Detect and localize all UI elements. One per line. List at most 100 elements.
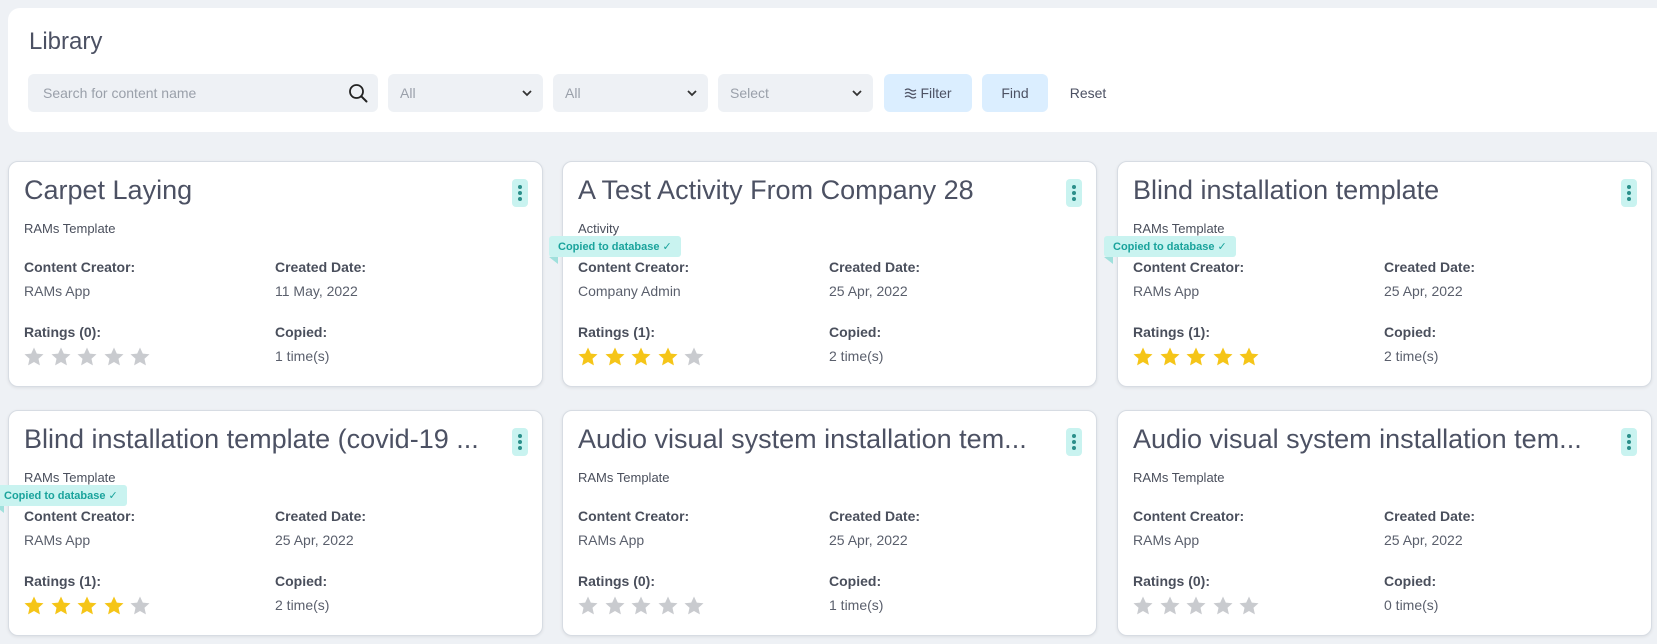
copied-label: Copied: — [1384, 573, 1437, 589]
star-icon[interactable] — [76, 346, 98, 368]
date-label: Created Date: — [829, 508, 921, 524]
rating-stars[interactable] — [1132, 346, 1265, 368]
copied-badge: Copied to database ✓ — [0, 485, 127, 513]
content-card[interactable]: Blind installation template (covid-19 ..… — [0, 410, 543, 636]
star-icon[interactable] — [630, 595, 652, 617]
star-icon[interactable] — [1212, 346, 1234, 368]
card-title[interactable]: A Test Activity From Company 28 — [578, 175, 1058, 206]
ratings-label: Ratings (1): — [1133, 324, 1210, 340]
filter-label: Filter — [920, 85, 952, 101]
content-card[interactable]: Blind installation template RAMs Templat… — [1104, 161, 1652, 387]
date-value: 25 Apr, 2022 — [829, 283, 908, 299]
card-title[interactable]: Blind installation template — [1133, 175, 1613, 206]
date-value: 25 Apr, 2022 — [1384, 283, 1463, 299]
creator-value: RAMs App — [578, 532, 645, 548]
creator-value: Company Admin — [578, 283, 681, 299]
more-options-icon[interactable] — [1066, 179, 1082, 207]
rating-stars[interactable] — [1132, 595, 1265, 617]
rating-stars[interactable] — [577, 346, 710, 368]
more-options-icon[interactable] — [1621, 179, 1637, 207]
star-icon[interactable] — [1132, 595, 1154, 617]
star-icon[interactable] — [103, 595, 125, 617]
filter-button[interactable]: Filter — [884, 74, 972, 112]
copied-label: Copied: — [275, 573, 328, 589]
star-icon[interactable] — [1238, 595, 1260, 617]
content-card[interactable]: Carpet Laying RAMs Template Content Crea… — [8, 161, 543, 387]
star-icon[interactable] — [1238, 346, 1260, 368]
star-icon[interactable] — [577, 346, 599, 368]
ratings-label: Ratings (0): — [578, 573, 655, 589]
copied-value: 2 time(s) — [1384, 348, 1439, 364]
content-card[interactable]: Audio visual system installation tem... … — [1117, 410, 1652, 636]
ratings-label: Ratings (0): — [1133, 573, 1210, 589]
star-icon[interactable] — [103, 346, 125, 368]
creator-value: RAMs App — [24, 532, 91, 548]
category-select-value: All — [400, 85, 416, 101]
star-icon[interactable] — [1159, 346, 1181, 368]
star-icon[interactable] — [657, 346, 679, 368]
date-value: 11 May, 2022 — [275, 283, 358, 299]
more-options-icon[interactable] — [512, 179, 528, 207]
ratings-label: Ratings (0): — [24, 324, 101, 340]
star-icon[interactable] — [657, 595, 679, 617]
search-icon[interactable] — [348, 83, 368, 103]
star-icon[interactable] — [577, 595, 599, 617]
type-select[interactable]: All — [553, 74, 708, 112]
more-options-icon[interactable] — [1066, 428, 1082, 456]
card-title[interactable]: Blind installation template (covid-19 ..… — [24, 424, 504, 455]
card-title[interactable]: Carpet Laying — [24, 175, 504, 206]
card-type: Activity — [578, 221, 620, 236]
creator-label: Content Creator: — [578, 508, 690, 524]
reset-button[interactable]: Reset — [1058, 74, 1118, 112]
more-options-icon[interactable] — [512, 428, 528, 456]
date-label: Created Date: — [275, 508, 367, 524]
star-icon[interactable] — [23, 346, 45, 368]
date-value: 25 Apr, 2022 — [275, 532, 354, 548]
card-type: RAMs Template — [24, 221, 116, 236]
star-icon[interactable] — [1159, 595, 1181, 617]
creator-label: Content Creator: — [1133, 508, 1245, 524]
rating-stars[interactable] — [577, 595, 710, 617]
card-title[interactable]: Audio visual system installation tem... — [1133, 424, 1613, 455]
copied-value: 1 time(s) — [829, 597, 884, 613]
star-icon[interactable] — [1132, 346, 1154, 368]
page-title: Library — [29, 28, 103, 55]
star-icon[interactable] — [1185, 595, 1207, 617]
rating-stars[interactable] — [23, 346, 156, 368]
star-icon[interactable] — [23, 595, 45, 617]
star-icon[interactable] — [604, 595, 626, 617]
rating-stars[interactable] — [23, 595, 156, 617]
star-icon[interactable] — [129, 346, 151, 368]
creator-label: Content Creator: — [578, 259, 690, 275]
star-icon[interactable] — [683, 346, 705, 368]
copied-label: Copied: — [275, 324, 328, 340]
star-icon[interactable] — [1185, 346, 1207, 368]
content-card[interactable]: A Test Activity From Company 28 Activity… — [549, 161, 1097, 387]
star-icon[interactable] — [683, 595, 705, 617]
content-card[interactable]: Audio visual system installation tem... … — [562, 410, 1097, 636]
ratings-label: Ratings (1): — [578, 324, 655, 340]
star-icon[interactable] — [630, 346, 652, 368]
card-type: RAMs Template — [24, 470, 116, 485]
card-type: RAMs Template — [1133, 470, 1225, 485]
star-icon[interactable] — [50, 346, 72, 368]
find-button[interactable]: Find — [982, 74, 1048, 112]
category-select[interactable]: All — [388, 74, 543, 112]
more-options-icon[interactable] — [1621, 428, 1637, 456]
star-icon[interactable] — [129, 595, 151, 617]
creator-value: RAMs App — [1133, 283, 1200, 299]
copied-badge: Copied to database ✓ — [549, 236, 681, 264]
copied-value: 2 time(s) — [275, 597, 330, 613]
library-panel: Library All All Select Filter Find Reset — [8, 8, 1657, 132]
star-icon[interactable] — [604, 346, 626, 368]
creator-label: Content Creator: — [24, 508, 136, 524]
star-icon[interactable] — [1212, 595, 1234, 617]
card-title[interactable]: Audio visual system installation tem... — [578, 424, 1058, 455]
date-label: Created Date: — [829, 259, 921, 275]
search-input[interactable] — [28, 74, 328, 112]
copied-value: 0 time(s) — [1384, 597, 1439, 613]
star-icon[interactable] — [50, 595, 72, 617]
find-label: Find — [1001, 85, 1029, 101]
sort-select[interactable]: Select — [718, 74, 873, 112]
star-icon[interactable] — [76, 595, 98, 617]
